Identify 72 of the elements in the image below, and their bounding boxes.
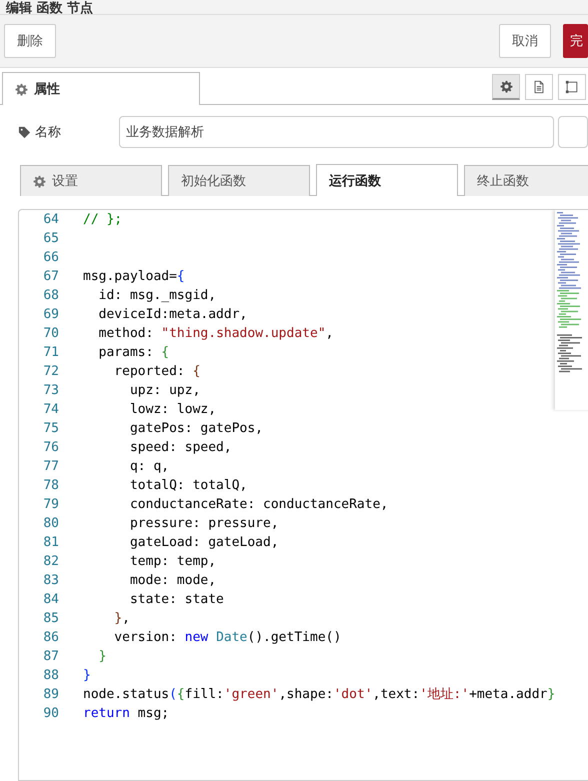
line-number: 87 [42, 648, 60, 666]
line-number: 84 [42, 591, 60, 609]
code-line: totalQ: totalQ, [128, 477, 248, 495]
line-number: 75 [42, 420, 60, 438]
line-number: 70 [42, 325, 60, 343]
line-number: 73 [42, 382, 60, 400]
code-line: }, [113, 610, 130, 628]
editor-tab[interactable]: 终止函数 [464, 165, 588, 196]
code-line: temp: temp, [128, 553, 216, 571]
code-line: msg.payload={ [83, 268, 185, 286]
code-line: method: "thing.shadow.update", [98, 325, 334, 343]
code-line: } [98, 648, 106, 666]
code-line: upz: upz, [128, 382, 200, 400]
line-number: 79 [42, 496, 60, 514]
code-line: version: new Date().getTime() [113, 629, 342, 647]
code-line: params: { [98, 344, 170, 362]
line-number: 85 [42, 610, 60, 628]
code-editor[interactable] [18, 209, 588, 781]
line-number: 77 [42, 458, 60, 476]
code-line: mode: mode, [128, 572, 216, 590]
line-number: 69 [42, 306, 60, 324]
code-line: return msg; [83, 705, 170, 723]
document-button[interactable] [525, 74, 553, 100]
gear-icon [33, 174, 46, 188]
document-icon [532, 80, 546, 94]
code-line: lowz: lowz, [128, 401, 216, 419]
frame-icon [565, 80, 579, 94]
done-button[interactable]: 完 [563, 24, 588, 58]
code-line: gateLoad: gateLoad, [128, 534, 279, 552]
line-number: 74 [42, 401, 60, 419]
tab[interactable]: 属性 [2, 72, 200, 105]
line-number: 88 [42, 667, 60, 685]
frame-button[interactable] [558, 74, 586, 100]
gear-icon [15, 82, 28, 96]
code-line: q: q, [128, 458, 170, 476]
line-number: 72 [42, 363, 60, 381]
name-label: 名称 [35, 124, 62, 141]
line-number: 81 [42, 534, 60, 552]
line-number: 67 [42, 268, 60, 286]
settings-button[interactable] [492, 74, 520, 100]
code-line: } [83, 667, 91, 685]
name-field[interactable]: 业务数据解析 [119, 116, 554, 148]
line-number: 80 [42, 515, 60, 533]
line-number: 82 [42, 553, 60, 571]
line-number: 68 [42, 287, 60, 305]
line-number: 76 [42, 439, 60, 457]
code-line: reported: { [113, 363, 200, 381]
line-number: 65 [42, 230, 60, 248]
editor-tab[interactable]: 设置 [20, 165, 162, 196]
code-line: speed: speed, [128, 439, 232, 457]
code-line: node.status({fill:'green',shape:'dot',text:'地址:'+meta.addr} [83, 686, 556, 704]
code-line: id: msg._msgid, [98, 287, 216, 305]
tag-icon [18, 126, 31, 138]
line-number: 90 [42, 705, 60, 723]
code-line: // }; [83, 211, 122, 229]
toolbar-button[interactable]: 删除 [4, 24, 56, 58]
line-number: 83 [42, 572, 60, 590]
code-line: conductanceRate: conductanceRate, [128, 496, 388, 514]
line-number: 89 [42, 686, 60, 704]
code-line: state: state [128, 591, 224, 609]
line-number: 66 [42, 249, 60, 267]
line-number: 71 [42, 344, 60, 362]
toolbar-button[interactable]: 取消 [499, 24, 551, 58]
line-number: 64 [42, 211, 60, 229]
line-number: 78 [42, 477, 60, 495]
editor-tab[interactable]: 运行函数 [316, 164, 458, 196]
gear-icon [500, 80, 512, 93]
code-line: deviceId:meta.addr, [98, 306, 248, 324]
editor-tab[interactable]: 初始化函数 [168, 165, 310, 196]
code-line: gatePos: gatePos, [128, 420, 264, 438]
code-line: pressure: pressure, [128, 515, 279, 533]
line-number: 86 [42, 629, 60, 647]
